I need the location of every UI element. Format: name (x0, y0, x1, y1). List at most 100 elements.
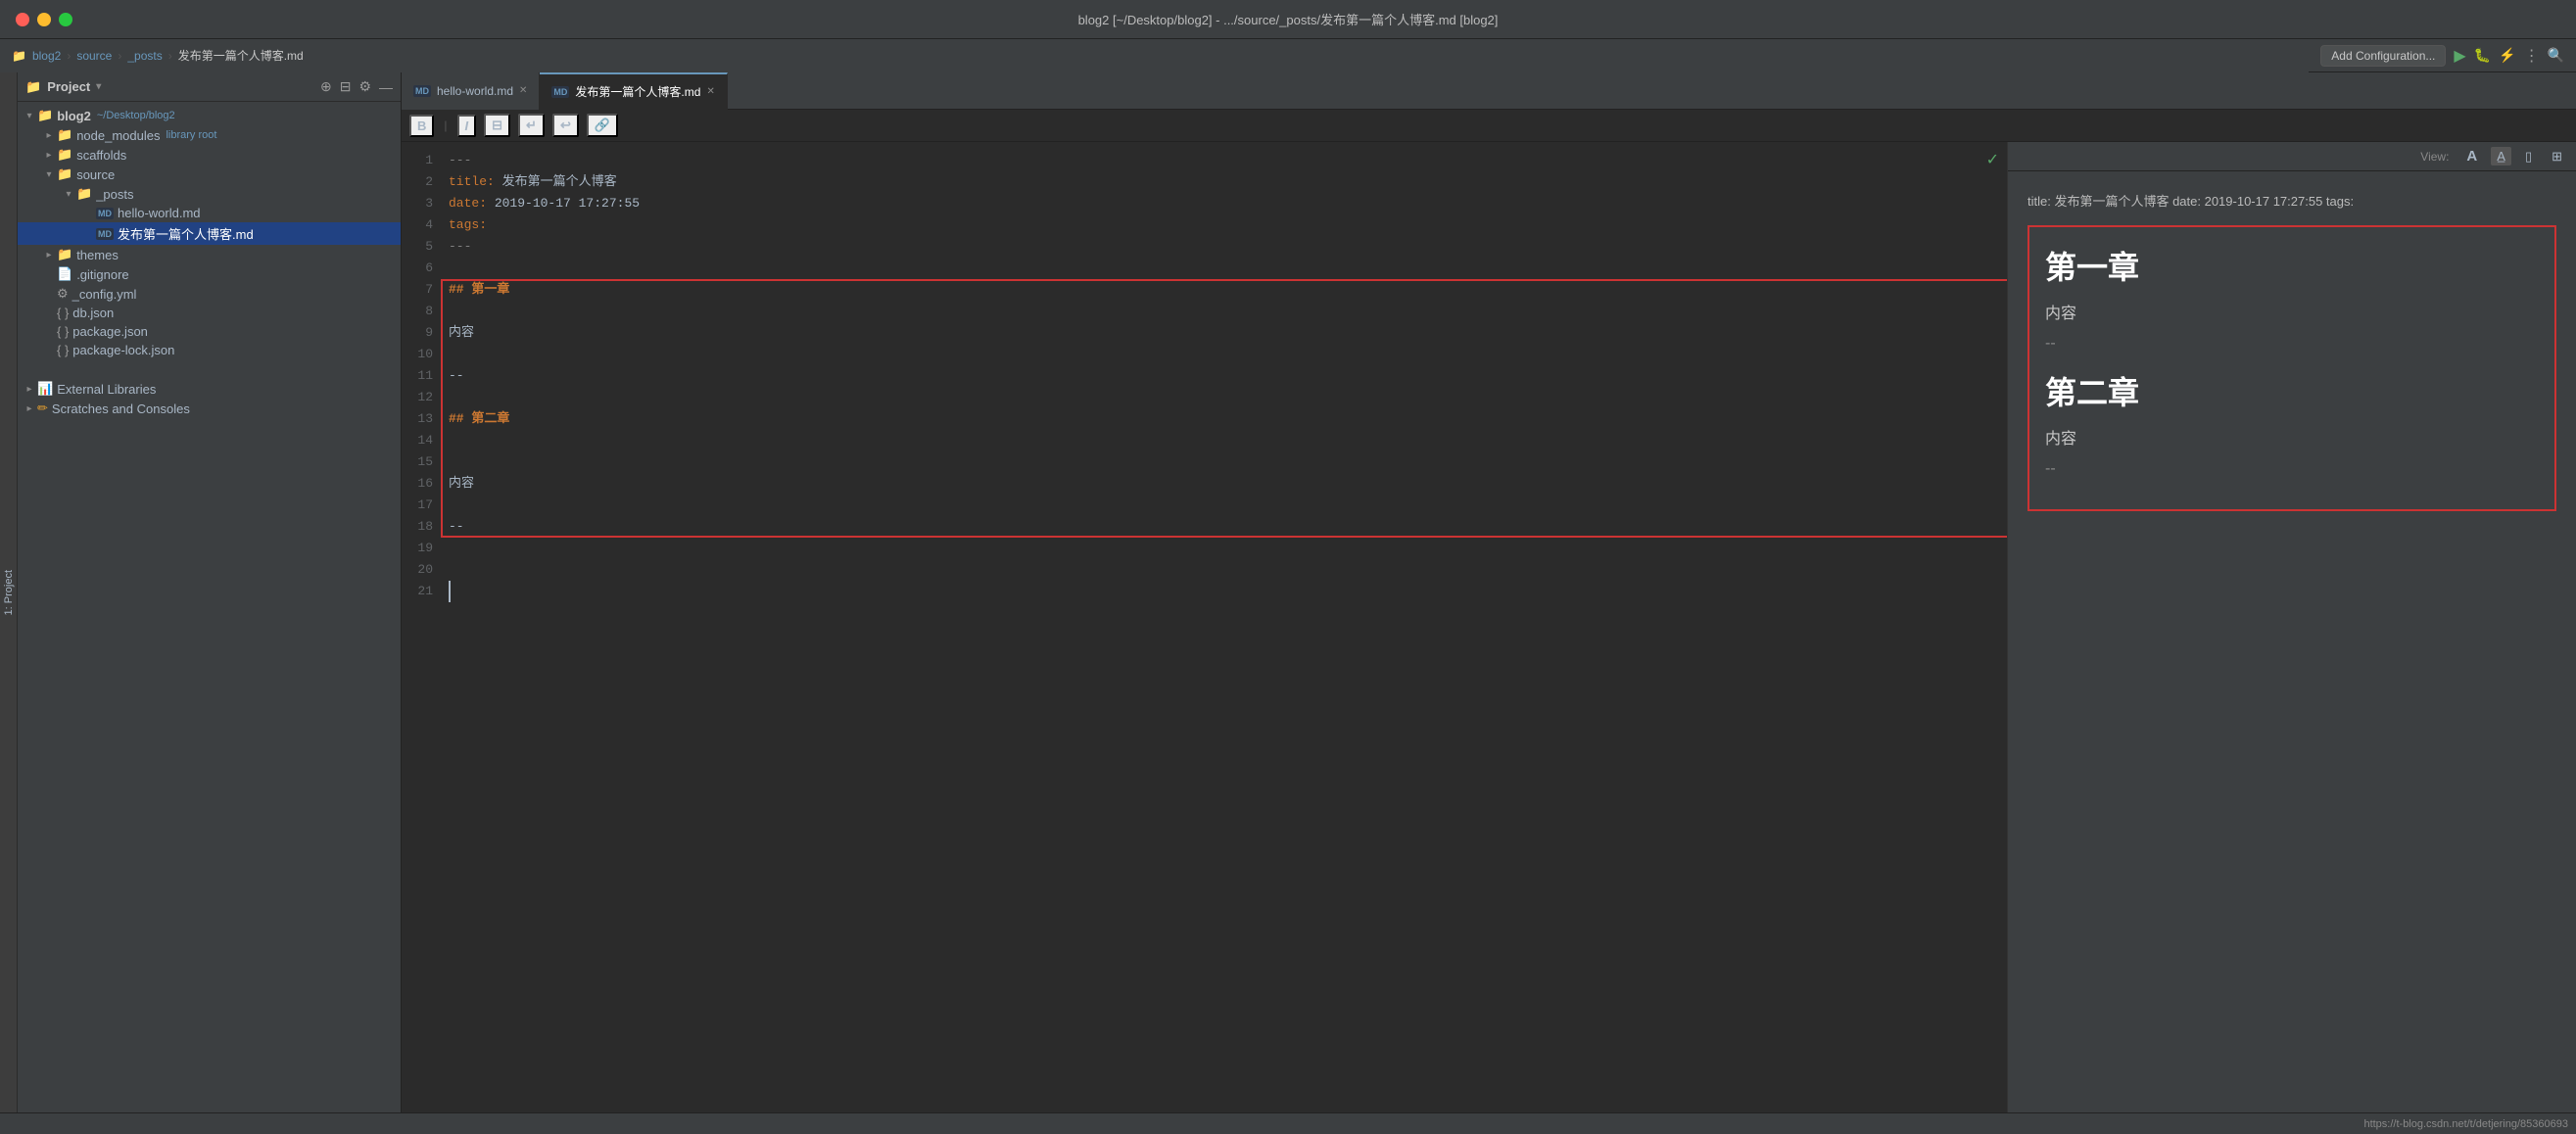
check-icon: ✓ (1986, 150, 1999, 171)
breadcrumb-posts[interactable]: _posts (127, 49, 162, 63)
chevron-down-icon[interactable]: ▾ (96, 81, 101, 92)
code-line-6 (449, 258, 2007, 279)
tree-item-source[interactable]: ▾ 📁 source (18, 165, 401, 184)
maximize-button[interactable] (59, 13, 72, 26)
arrow-source: ▾ (41, 169, 57, 180)
breadcrumb: 📁 blog2 › source › _posts › 发布第一篇个人博客.md (0, 39, 2309, 72)
tree-item-scaffolds[interactable]: ▸ 📁 scaffolds (18, 145, 401, 165)
folder-icon: 📁 (25, 79, 41, 95)
preview-hr-2: -- (2045, 460, 2539, 478)
preview-content-1: 内容 (2045, 300, 2539, 323)
locate-icon[interactable]: ⊕ (320, 78, 332, 95)
collapse-icon[interactable]: ⊟ (340, 78, 352, 95)
window-title: blog2 [~/Desktop/blog2] - .../source/_po… (1078, 10, 1499, 28)
editor-toolbar: B | I ⊟ ↵ ↩ 🔗 (402, 110, 2576, 142)
breadcrumb-blog2[interactable]: blog2 (32, 49, 61, 63)
preview-content-2: 内容 (2045, 425, 2539, 449)
add-configuration-button[interactable]: Add Configuration... (2320, 45, 2446, 67)
breadcrumb-source[interactable]: source (76, 49, 112, 63)
json-icon: { } (57, 306, 69, 320)
project-tab-label: 1: Project (3, 570, 15, 615)
preview-hr-1: -- (2045, 335, 2539, 353)
tab-close-publish[interactable]: ✕ (706, 86, 714, 97)
tab-label-hello-world: hello-world.md (437, 84, 513, 98)
tree-item-publish[interactable]: ▸ MD 发布第一篇个人博客.md (18, 222, 401, 245)
view-rich-button[interactable]: A̲ (2491, 147, 2511, 165)
tree-item-external-libraries[interactable]: ▸ 📊 External Libraries (18, 379, 401, 399)
tabs-bar: MD hello-world.md ✕ MD 发布第一篇个人博客.md ✕ (402, 72, 2576, 110)
tab-publish[interactable]: MD 发布第一篇个人博客.md ✕ (540, 72, 727, 110)
italic-button[interactable]: I (457, 115, 477, 137)
yml-icon: ⚙ (57, 286, 69, 302)
tab-hello-world[interactable]: MD hello-world.md ✕ (402, 72, 540, 110)
tree-item-package-lock[interactable]: ▸ { } package-lock.json (18, 341, 401, 359)
code-content[interactable]: ✓ --- title: 发布第一篇个人博客 date: 2019-10-17 … (441, 142, 2007, 1112)
debug-icon[interactable]: 🐛 (2474, 47, 2491, 64)
link-button[interactable]: 🔗 (587, 114, 618, 137)
folder-icon: 📁 (57, 166, 72, 182)
settings-icon[interactable]: ⚙ (358, 78, 371, 95)
table-button[interactable]: ⊟ (484, 114, 510, 137)
md-icon: MD (551, 86, 569, 98)
json-icon: { } (57, 324, 69, 339)
tree-item-package[interactable]: ▸ { } package.json (18, 322, 401, 341)
tree-item-themes[interactable]: ▸ 📁 themes (18, 245, 401, 264)
breadcrumb-file: 发布第一篇个人博客.md (178, 47, 304, 64)
file-icon: 📄 (57, 266, 72, 282)
code-editor[interactable]: 12345 678910 1112131415 1617181920 21 ✓ … (402, 142, 2008, 1112)
md-icon: MD (96, 208, 114, 219)
run-toolbar: Add Configuration... ▶ 🐛 ⚡ ⋮ 🔍 (2309, 39, 2576, 72)
tree-label-node-modules: node_modules (76, 128, 160, 143)
code-line-9: 内容 (449, 322, 2007, 344)
arrow-left-button[interactable]: ↵ (518, 114, 545, 137)
sidebar-tab[interactable]: 1: Project (0, 72, 18, 1112)
bold-button[interactable]: B (409, 115, 434, 137)
tree-item-config[interactable]: ▸ ⚙ _config.yml (18, 284, 401, 304)
tree-label-scratches: Scratches and Consoles (52, 402, 190, 416)
view-split-button[interactable]: ▯ (2519, 147, 2538, 166)
tree-label-themes: themes (76, 248, 119, 262)
tree-item-hello-world[interactable]: ▸ MD hello-world.md (18, 204, 401, 222)
more-icon[interactable]: ⋮ (2524, 46, 2540, 66)
code-line-8 (449, 301, 2007, 322)
tree-item-blog2[interactable]: ▾ 📁 blog2 ~/Desktop/blog2 (18, 106, 401, 125)
md-icon: MD (96, 228, 114, 240)
tree-label-hello-world: hello-world.md (118, 206, 201, 220)
external-lib-icon: 📊 (37, 381, 53, 397)
breadcrumb-icon: 📁 (12, 49, 26, 63)
divider-1: | (444, 118, 447, 132)
profile-icon[interactable]: ⚡ (2499, 47, 2515, 64)
preview-content: title: 发布第一篇个人博客 date: 2019-10-17 17:27:… (2008, 171, 2576, 1112)
tree-item-gitignore[interactable]: ▸ 📄 .gitignore (18, 264, 401, 284)
code-line-10 (449, 344, 2007, 365)
tree-item-node-modules[interactable]: ▸ 📁 node_modules library root (18, 125, 401, 145)
preview-red-box: 第一章 内容 -- 第二章 内容 -- (2027, 225, 2556, 511)
tree-item-posts[interactable]: ▾ 📁 _posts (18, 184, 401, 204)
code-line-19 (449, 538, 2007, 559)
minimize-button[interactable] (37, 13, 51, 26)
tree-item-scratches[interactable]: ▸ ✏ Scratches and Consoles (18, 399, 401, 418)
view-table-button[interactable]: ⊞ (2546, 147, 2568, 166)
tree-label-config: _config.yml (72, 287, 137, 302)
search-icon[interactable]: 🔍 (2548, 47, 2564, 64)
code-line-17 (449, 495, 2007, 516)
tree-sublabel-node-modules: library root (166, 129, 216, 141)
tab-close-hello-world[interactable]: ✕ (519, 85, 527, 96)
window-controls[interactable] (16, 13, 72, 26)
arrow-blog2: ▾ (22, 111, 37, 121)
sidebar: 1: Project 📁 Project ▾ ⊕ ⊟ ⚙ — (0, 72, 402, 1112)
tree-item-db[interactable]: ▸ { } db.json (18, 304, 401, 322)
code-line-13: ## 第二章 (449, 408, 2007, 430)
folder-icon: 📁 (76, 186, 92, 202)
view-text-button[interactable]: A (2460, 146, 2483, 166)
arrow-node-modules: ▸ (41, 130, 57, 141)
arrow-right-button[interactable]: ↩ (552, 114, 579, 137)
code-line-20 (449, 559, 2007, 581)
close-button[interactable] (16, 13, 29, 26)
tree-label-external: External Libraries (57, 382, 156, 397)
code-line-15 (449, 451, 2007, 473)
hide-icon[interactable]: — (379, 79, 393, 95)
run-icon[interactable]: ▶ (2454, 46, 2465, 66)
file-tree: ▾ 📁 blog2 ~/Desktop/blog2 ▸ 📁 node_modul… (18, 102, 401, 1112)
sidebar-header: 📁 Project ▾ ⊕ ⊟ ⚙ — (18, 72, 401, 102)
